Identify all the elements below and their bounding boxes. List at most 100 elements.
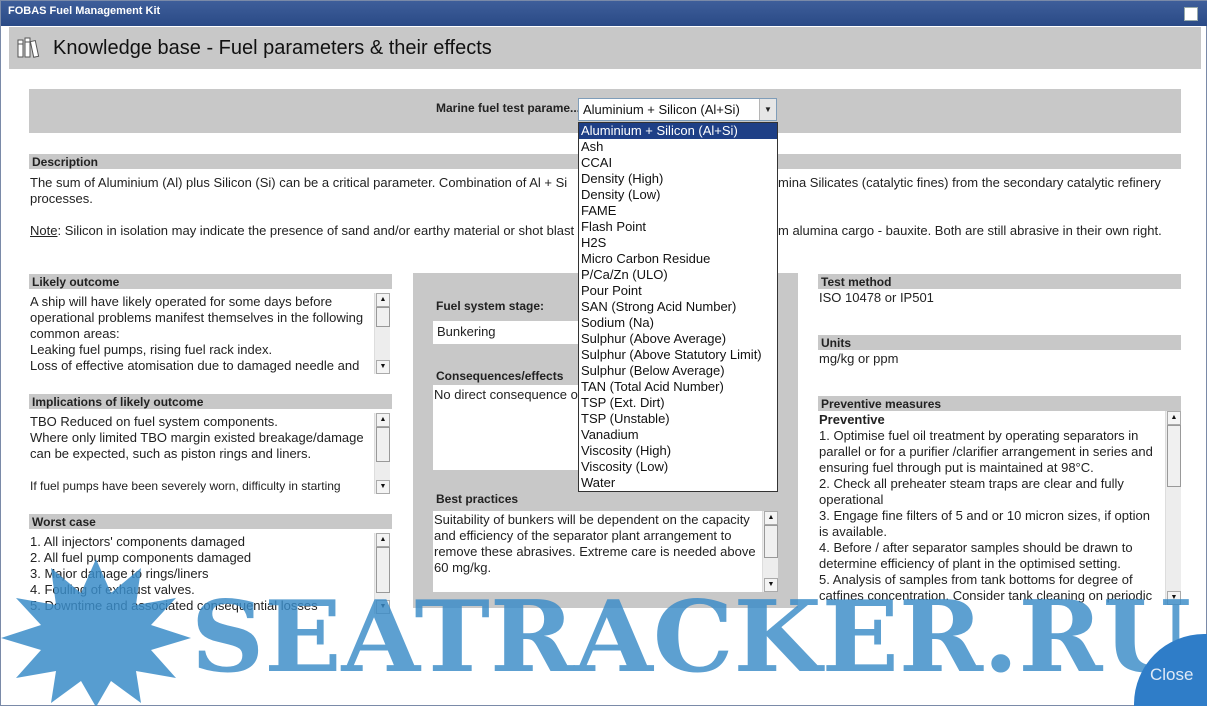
likely-outcome-line: A ship will have likely operated for som… <box>30 294 333 309</box>
note-text: : Silicon in isolation may indicate the … <box>57 223 575 238</box>
parameter-label: Marine fuel test parame... <box>436 101 581 115</box>
preventive-textbox[interactable]: Preventive 1. Optimise fuel oil treatmen… <box>818 411 1181 605</box>
consequences-text: No direct consequence o <box>434 387 578 402</box>
implications-line: Where only limited TBO margin existed br… <box>30 430 364 445</box>
best-practices-textbox[interactable]: Suitability of bunkers will be dependent… <box>433 511 778 592</box>
dropdown-option[interactable]: Viscosity (Low) <box>579 459 777 475</box>
scroll-down-icon[interactable]: ▼ <box>764 578 778 592</box>
implications-line <box>30 462 372 478</box>
implications-scrollbar[interactable]: ▲ ▼ <box>374 413 390 494</box>
preventive-line: 2. Check all preheater steam traps are c… <box>819 476 1124 491</box>
consequences-textbox[interactable]: No direct consequence o <box>433 385 583 470</box>
likely-outcome-line: common areas: <box>30 326 120 341</box>
scroll-up-icon[interactable]: ▲ <box>764 511 778 525</box>
likely-outcome-line: operational problems manifest themselves… <box>30 310 364 325</box>
worst-case-text: 1. All injectors' components damaged 2. … <box>30 534 392 614</box>
dropdown-option[interactable]: SAN (Strong Acid Number) <box>579 299 777 315</box>
dropdown-option[interactable]: Sulphur (Below Average) <box>579 363 777 379</box>
worst-case-line: 4. Fouling of exhaust valves. <box>30 582 195 597</box>
units-value: mg/kg or ppm <box>819 351 899 366</box>
dropdown-option[interactable]: Flash Point <box>579 219 777 235</box>
description-note: Note: Silicon in isolation may indicate … <box>30 223 574 239</box>
scroll-up-icon[interactable]: ▲ <box>376 413 390 427</box>
scroll-down-icon[interactable]: ▼ <box>376 600 390 614</box>
implications-text: TBO Reduced on fuel system components. W… <box>30 414 392 494</box>
dropdown-option[interactable]: Viscosity (High) <box>579 443 777 459</box>
dropdown-option[interactable]: Sulphur (Above Average) <box>579 331 777 347</box>
scroll-thumb[interactable] <box>376 307 390 327</box>
likely-outcome-line: Loss of effective atomisation due to dam… <box>30 358 360 373</box>
worst-case-scrollbar[interactable]: ▲ ▼ <box>374 533 390 614</box>
parameter-select[interactable]: Aluminium + Silicon (Al+Si) ▼ <box>578 98 777 121</box>
dropdown-option[interactable]: Sodium (Na) <box>579 315 777 331</box>
dropdown-option[interactable]: Vanadium <box>579 427 777 443</box>
fuel-system-stage-select[interactable]: Bunkering <box>433 321 583 344</box>
best-practices-line: Suitability of bunkers will be dependent… <box>434 512 750 527</box>
dropdown-option[interactable]: P/Ca/Zn (ULO) <box>579 267 777 283</box>
preventive-heading: Preventive measures <box>818 396 1181 411</box>
window-maximize-button[interactable] <box>1184 7 1198 21</box>
app-window: FOBAS Fuel Management Kit Knowledge base… <box>0 0 1207 706</box>
scroll-up-icon[interactable]: ▲ <box>376 533 390 547</box>
worst-case-line: 1. All injectors' components damaged <box>30 534 245 549</box>
test-method-value: ISO 10478 or IP501 <box>819 290 934 305</box>
worst-case-textbox[interactable]: 1. All injectors' components damaged 2. … <box>29 533 392 614</box>
scroll-thumb[interactable] <box>1167 425 1181 487</box>
parameter-dropdown-list: Aluminium + Silicon (Al+Si) Ash CCAI Den… <box>578 122 778 492</box>
implications-line: TBO Reduced on fuel system components. <box>30 414 278 429</box>
implications-heading: Implications of likely outcome <box>29 394 392 409</box>
note-label: Note <box>30 223 58 238</box>
dropdown-option[interactable]: FAME <box>579 203 777 219</box>
preventive-line: 3. Engage fine filters of 5 and or 10 mi… <box>819 508 1150 523</box>
scroll-down-icon[interactable]: ▼ <box>1167 591 1181 605</box>
best-practices-line: remove these abrasives. Extreme care is … <box>434 544 756 559</box>
scroll-up-icon[interactable]: ▲ <box>376 293 390 307</box>
preventive-line: catfines concentration. Consider tank cl… <box>819 588 1153 603</box>
worst-case-heading: Worst case <box>29 514 392 529</box>
scroll-thumb[interactable] <box>764 525 778 558</box>
dropdown-option[interactable]: TAN (Total Acid Number) <box>579 379 777 395</box>
scroll-thumb[interactable] <box>376 427 390 462</box>
dropdown-option[interactable]: Sulphur (Above Statutory Limit) <box>579 347 777 363</box>
preventive-line: 5. Analysis of samples from tank bottoms… <box>819 572 1133 587</box>
preventive-line: is available. <box>819 524 887 539</box>
description-text-line1b: mina Silicates (catalytic fines) from th… <box>778 175 1161 190</box>
chevron-down-icon[interactable]: ▼ <box>759 99 776 120</box>
dropdown-option[interactable]: TSP (Unstable) <box>579 411 777 427</box>
scroll-up-icon[interactable]: ▲ <box>1167 411 1181 425</box>
likely-outcome-text: A ship will have likely operated for som… <box>30 294 392 374</box>
dropdown-option[interactable]: Density (Low) <box>579 187 777 203</box>
description-text-line2: processes. <box>30 191 93 206</box>
likely-outcome-scrollbar[interactable]: ▲ ▼ <box>374 293 390 374</box>
preventive-scrollbar[interactable]: ▲ ▼ <box>1165 411 1181 605</box>
likely-outcome-textbox[interactable]: A ship will have likely operated for som… <box>29 293 392 374</box>
page-header: Knowledge base - Fuel parameters & their… <box>9 27 1201 69</box>
dropdown-option[interactable]: Pour Point <box>579 283 777 299</box>
best-practices-scrollbar[interactable]: ▲ ▼ <box>762 511 778 592</box>
preventive-line: determine efficiency of plant in the opt… <box>819 556 1121 571</box>
dropdown-option[interactable]: Micro Carbon Residue <box>579 251 777 267</box>
likely-outcome-heading: Likely outcome <box>29 274 392 289</box>
scroll-down-icon[interactable]: ▼ <box>376 480 390 494</box>
implications-textbox[interactable]: TBO Reduced on fuel system components. W… <box>29 413 392 494</box>
dropdown-option[interactable]: Water <box>579 475 777 491</box>
best-practices-text: Suitability of bunkers will be dependent… <box>434 512 778 576</box>
close-button[interactable]: Close <box>1134 634 1207 706</box>
dropdown-option[interactable]: Aluminium + Silicon (Al+Si) <box>579 123 777 139</box>
worst-case-line: 3. Major damage to rings/liners <box>30 566 209 581</box>
dropdown-option[interactable]: Density (High) <box>579 171 777 187</box>
dropdown-option[interactable]: H2S <box>579 235 777 251</box>
preventive-line: operational <box>819 492 884 507</box>
dropdown-option[interactable]: CCAI <box>579 155 777 171</box>
worst-case-line: 2. All fuel pump components damaged <box>30 550 252 565</box>
preventive-text: Preventive 1. Optimise fuel oil treatmen… <box>819 412 1181 604</box>
implications-line: If fuel pumps have been severely worn, d… <box>30 479 341 493</box>
units-heading: Units <box>818 335 1181 350</box>
dropdown-option[interactable]: Ash <box>579 139 777 155</box>
scroll-thumb[interactable] <box>376 547 390 593</box>
dropdown-option[interactable]: TSP (Ext. Dirt) <box>579 395 777 411</box>
parameter-select-value: Aluminium + Silicon (Al+Si) <box>583 102 740 117</box>
preventive-line: 4. Before / after separator samples shou… <box>819 540 1133 555</box>
scroll-down-icon[interactable]: ▼ <box>376 360 390 374</box>
preventive-line: parallel or for a purifier /clarifier ar… <box>819 444 1153 459</box>
